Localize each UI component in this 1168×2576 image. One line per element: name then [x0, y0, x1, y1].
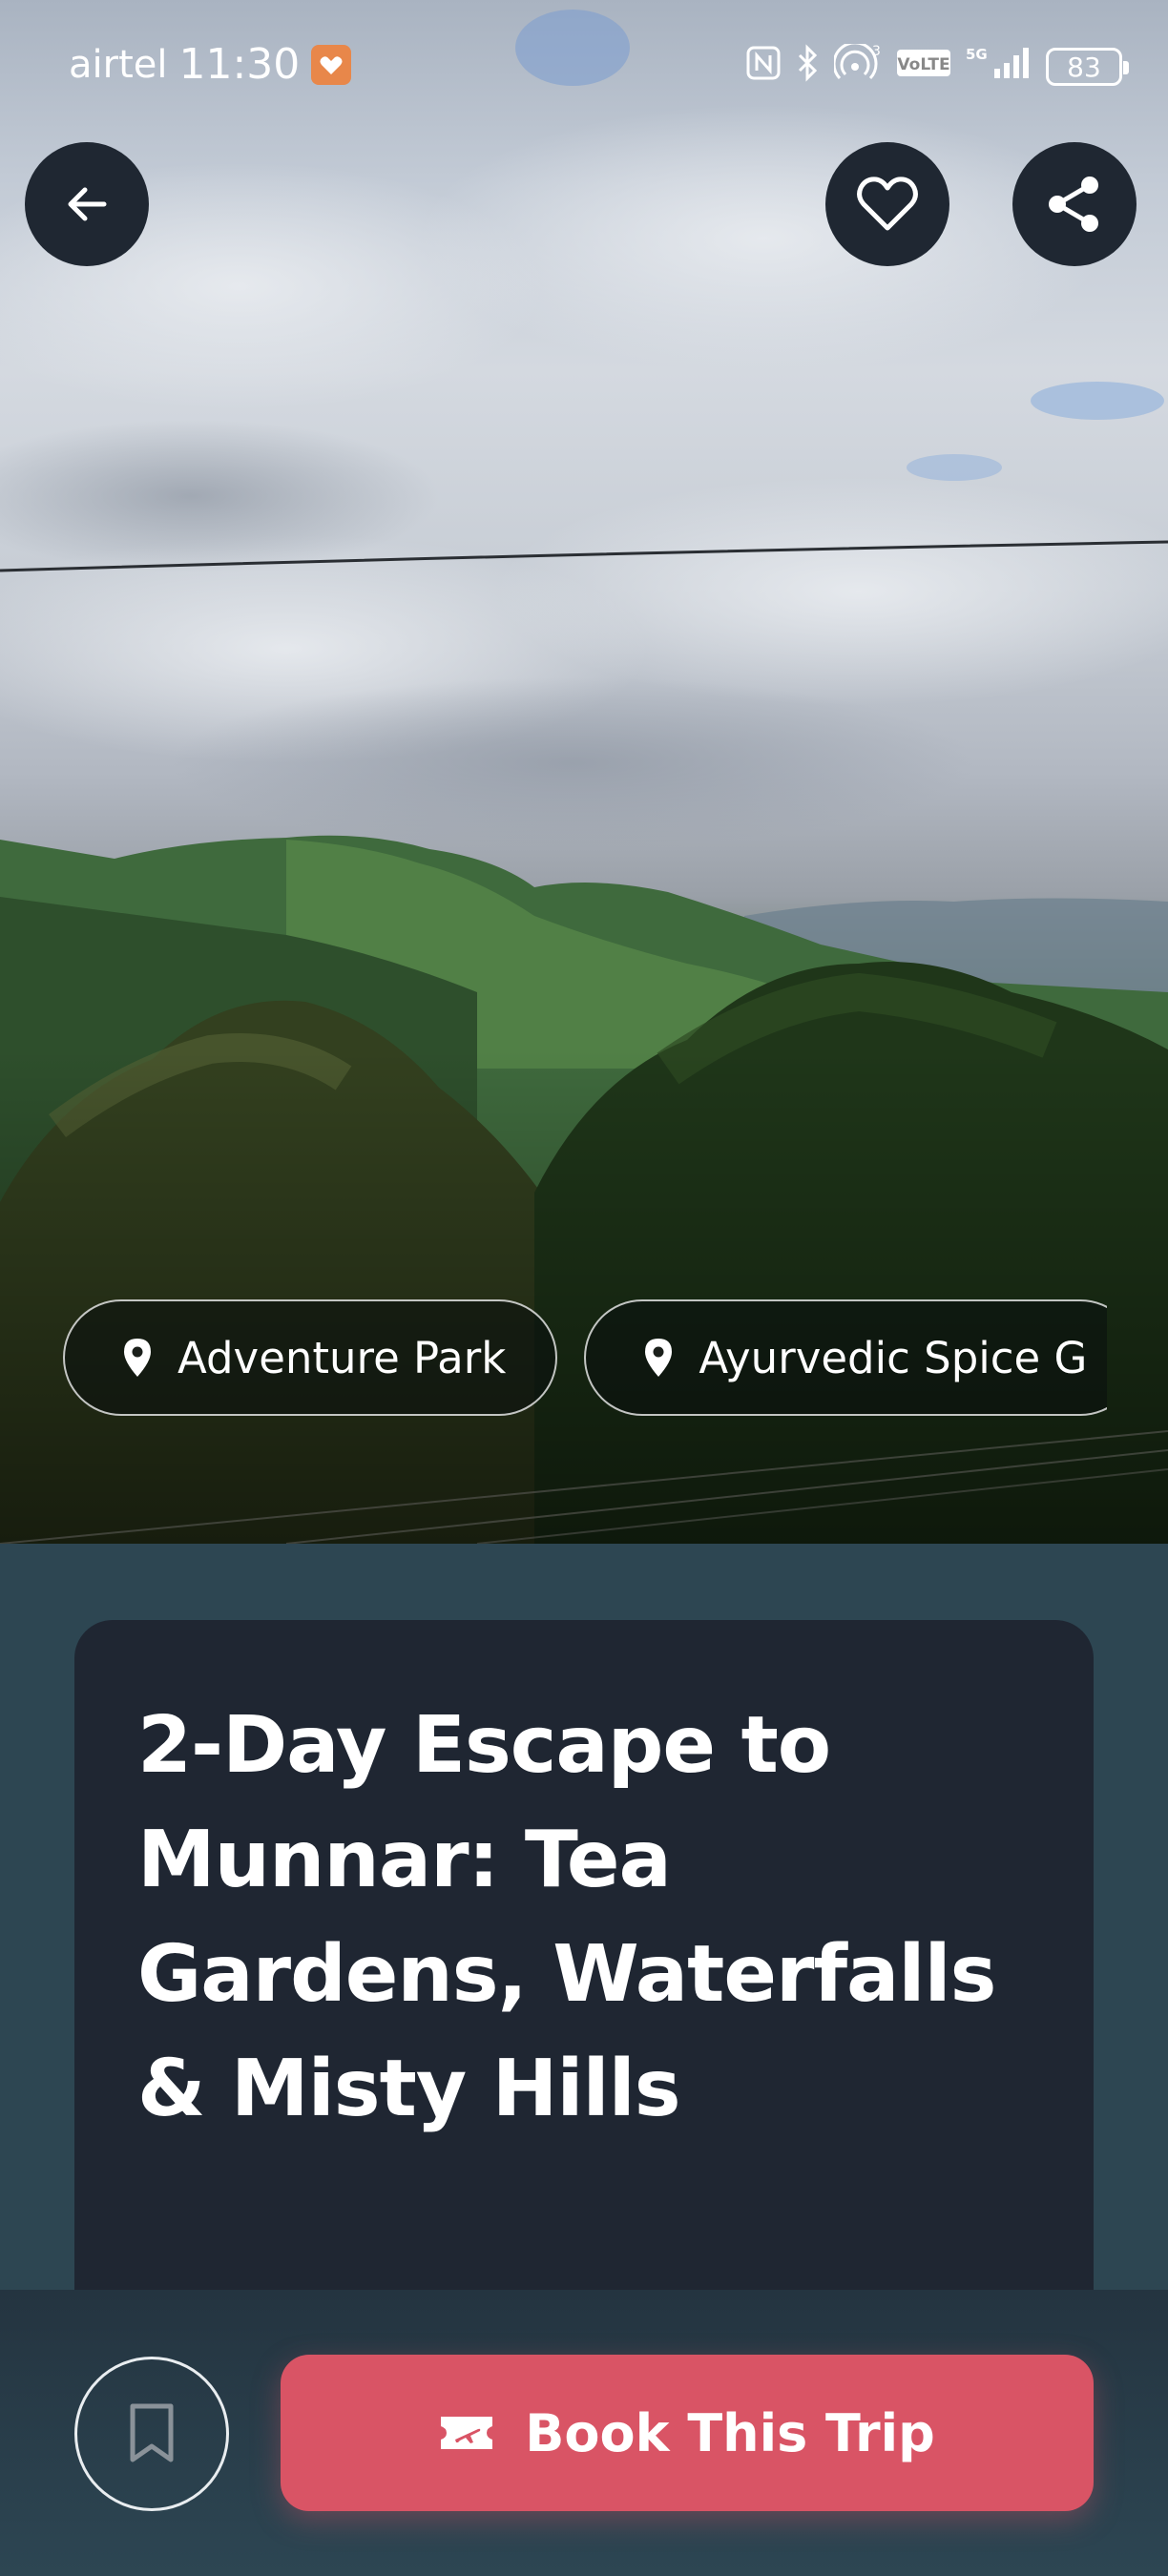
bluetooth-icon [796, 44, 821, 90]
hotspot-icon: 3 [832, 41, 882, 90]
battery-indicator: 83 [1046, 48, 1129, 86]
svg-text:5G: 5G [966, 46, 988, 63]
map-pin-icon [124, 1339, 151, 1377]
clock: 11:30 [178, 40, 301, 89]
bookmark-icon [130, 2403, 174, 2462]
map-pin-icon [645, 1339, 673, 1377]
trip-details-card: 2-Day Escape to Munnar: Tea Gardens, Wat… [74, 1620, 1094, 2345]
svg-text:3: 3 [872, 44, 881, 59]
location-chips: Adventure Park Ayurvedic Spice G [63, 1299, 1107, 1416]
favorite-button[interactable] [825, 142, 949, 266]
book-trip-label: Book This Trip [525, 2402, 935, 2463]
back-button[interactable] [25, 142, 149, 266]
share-button[interactable] [1012, 142, 1137, 266]
status-left: airtel 11:30 [69, 40, 352, 89]
notification-app-icon [311, 44, 352, 85]
book-trip-button[interactable]: Book This Trip [281, 2355, 1094, 2511]
volte-icon: VoLTE [895, 44, 952, 90]
signal-5g-icon: 5G [966, 44, 1032, 90]
carrier-name: airtel [69, 42, 168, 87]
bookmark-button[interactable] [74, 2357, 229, 2511]
status-right: 3 VoLTE 5G 83 [744, 41, 1129, 90]
share-icon [1049, 177, 1098, 232]
heart-icon [857, 177, 918, 231]
trip-title: 2-Day Escape to Munnar: Tea Gardens, Wat… [137, 1700, 996, 2134]
location-chip-label: Adventure Park [177, 1332, 507, 1383]
bottom-action-bar: Book This Trip [0, 2290, 1168, 2576]
location-chip-label: Ayurvedic Spice G [699, 1332, 1088, 1383]
location-chip[interactable]: Adventure Park [63, 1299, 558, 1416]
location-chip[interactable]: Ayurvedic Spice G [584, 1299, 1107, 1416]
ticket-plane-icon [441, 2417, 493, 2449]
hero-image: airtel 11:30 3 VoLTE 5G 83 Adventure Par… [0, 0, 1168, 1544]
status-bar: airtel 11:30 3 VoLTE 5G 83 [0, 0, 1168, 134]
nfc-icon [744, 44, 782, 90]
svg-text:VoLTE: VoLTE [897, 55, 949, 74]
arrow-left-icon [68, 187, 107, 221]
